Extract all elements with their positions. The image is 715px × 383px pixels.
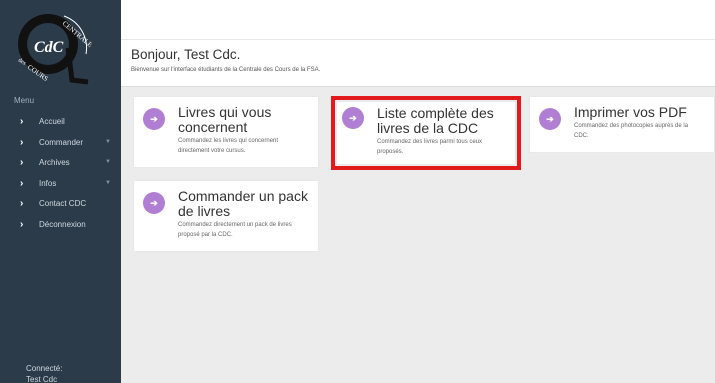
- greeting-suffix: .: [236, 47, 241, 62]
- card-description: Commandez des photocopies auprès de la C…: [574, 123, 689, 139]
- sidebar-item-deconnexion[interactable]: › Déconnexion: [0, 215, 121, 236]
- sidebar-item-archives[interactable]: › Archives ▼: [0, 153, 121, 174]
- greeting-prefix: Bonjour,: [131, 47, 181, 62]
- sidebar-item-label: Accueil: [39, 117, 65, 126]
- card-livres-concernent[interactable]: ➔ Livres qui vous concernent Commandez l…: [134, 97, 318, 167]
- sidebar-item-label: Déconnexion: [39, 219, 86, 229]
- connected-user: Connecté: Test Cdc: [26, 363, 62, 383]
- sidebar-item-label: Commander: [39, 137, 84, 147]
- chevron-right-icon: ›: [20, 116, 24, 127]
- sidebar-item-contact[interactable]: › Contact CDC: [0, 194, 121, 215]
- chevron-right-icon: ›: [20, 218, 24, 230]
- card-title: Livres qui vous concernent: [178, 104, 272, 135]
- arrow-right-icon: ➔: [342, 107, 364, 129]
- connected-label: Connecté:: [26, 364, 63, 373]
- sidebar-item-accueil[interactable]: › Accueil: [0, 112, 121, 133]
- chevron-right-icon: ›: [20, 198, 24, 209]
- sidebar-item-commander[interactable]: › Commander ▼: [0, 133, 121, 154]
- logo-monogram: CdC: [34, 39, 64, 56]
- caret-down-icon: ▼: [105, 138, 111, 145]
- card-title: Liste complète des livres de la CDC: [377, 105, 494, 136]
- page-subtitle: Bienvenue sur l'interface étudiants de l…: [131, 67, 321, 73]
- caret-down-icon: ▼: [105, 159, 111, 165]
- card-liste-complete[interactable]: ➔ Liste complète des livres de la CDC Co…: [331, 96, 521, 170]
- card-imprimer-pdf[interactable]: ➔ Imprimer vos PDF Commandez des photoco…: [530, 97, 714, 152]
- card-title: Imprimer vos PDF: [574, 104, 687, 120]
- menu-title: Menu: [14, 96, 35, 105]
- sidebar-nav: › Accueil › Commander ▼ › Archives ▼ › I…: [0, 112, 121, 235]
- chevron-right-icon: ›: [20, 177, 24, 189]
- arrow-right-icon: ➔: [143, 108, 165, 130]
- connected-username: Test Cdc: [26, 375, 58, 383]
- card-title: Commander un pack de livres: [178, 188, 308, 219]
- chevron-right-icon: ›: [20, 157, 24, 168]
- sidebar: CENTRALE des COURS CdC Menu › Accueil › …: [0, 0, 121, 383]
- sidebar-item-label: Archives: [39, 158, 70, 167]
- page-title: Bonjour, Test Cdc.: [131, 47, 240, 62]
- top-bar: [121, 0, 715, 39]
- sidebar-item-infos[interactable]: › Infos ▼: [0, 174, 121, 195]
- arrow-right-icon: ➔: [539, 108, 561, 130]
- card-pack-livres[interactable]: ➔ Commander un pack de livres Commandez …: [134, 181, 318, 251]
- page-header: Bonjour, Test Cdc. Bienvenue sur l'inter…: [121, 39, 715, 87]
- card-description: Commandez des livres parmi tous ceux pro…: [377, 139, 483, 155]
- chevron-right-icon: ›: [20, 136, 24, 148]
- sidebar-item-label: Infos: [39, 178, 57, 188]
- arrow-right-icon: ➔: [143, 192, 165, 214]
- card-description: Commandez les livres qui concernent dire…: [178, 138, 279, 154]
- greeting-name: Test Cdc: [184, 47, 237, 62]
- caret-down-icon: ▼: [105, 179, 111, 186]
- card-description: Commandez directement un pack de livres …: [178, 222, 292, 238]
- sidebar-item-label: Contact CDC: [39, 199, 87, 208]
- cdc-logo: CENTRALE des COURS CdC: [17, 14, 92, 85]
